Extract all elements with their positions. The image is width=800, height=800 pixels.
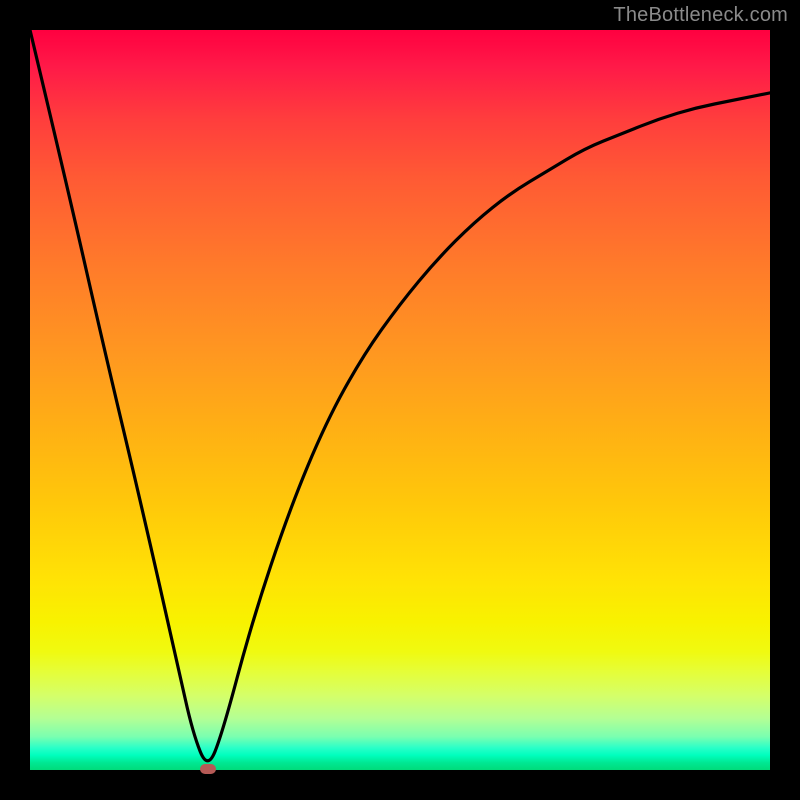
watermark-text: TheBottleneck.com — [613, 4, 788, 27]
optimum-marker — [200, 764, 216, 774]
plot-area — [30, 30, 770, 770]
curve-path — [30, 30, 770, 761]
chart-frame: TheBottleneck.com — [0, 0, 800, 800]
bottleneck-curve — [30, 30, 770, 770]
